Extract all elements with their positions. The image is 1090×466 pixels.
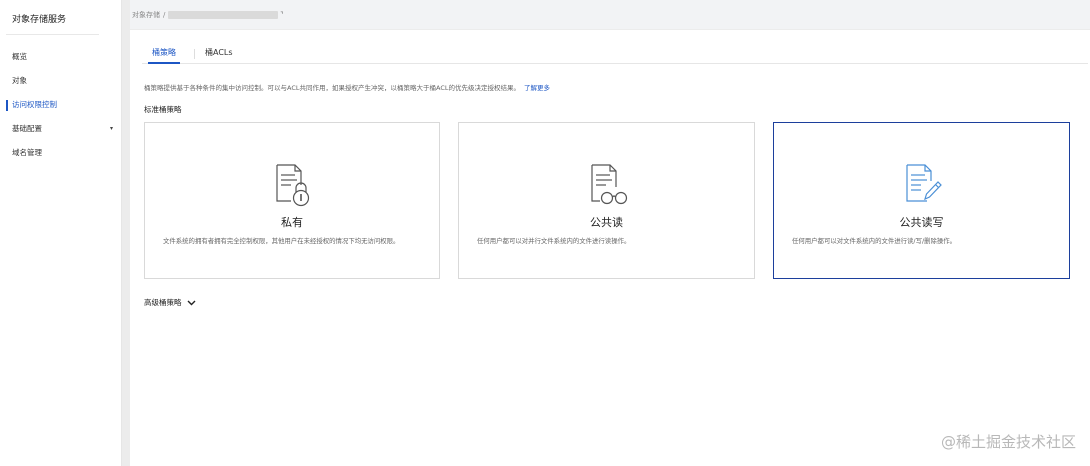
description-text: 桶策略提供基于各种条件的集中访问控制。可以与ACL共同作用，如果授权产生冲突，以… [144, 84, 520, 92]
policy-card-public-read-write[interactable]: 公共读写 任何用户都可以对文件系统内的文件进行读/写/删除操作。 [773, 122, 1070, 279]
tab-label: 桶策略 [152, 48, 176, 57]
sidebar: 对象存储服务 概览 对象 访问权限控制 基础配置 ▾ 域名管理 [0, 0, 122, 466]
advanced-policy-label: 高级桶策略 [144, 298, 182, 307]
service-title: 对象存储服务 [12, 15, 67, 25]
learn-more-link[interactable]: 了解更多 [524, 84, 550, 92]
card-title: 私有 [281, 216, 303, 229]
policy-card-public-read[interactable]: 公共读 任何用户都可以对并行文件系统内的文件进行读操作。 [458, 122, 755, 279]
sidebar-item-label: 基础配置 [12, 124, 42, 133]
sidebar-item-basic-config[interactable]: 基础配置 ▾ [0, 117, 121, 141]
card-title: 公共读写 [899, 216, 944, 229]
card-description: 任何用户都可以对文件系统内的文件进行读/写/删除操作。 [792, 237, 957, 245]
policy-tabs: 桶策略 桶ACLs [142, 44, 1088, 64]
document-glasses-icon [590, 164, 627, 205]
tab-divider [194, 49, 195, 59]
watermark: @稀土掘金技术社区 [940, 433, 1076, 451]
sidebar-item-label: 访问权限控制 [12, 100, 57, 109]
breadcrumb-separator: / [163, 11, 166, 19]
card-title: 公共读 [590, 216, 623, 229]
tab-bucket-acls[interactable]: 桶ACLs [205, 44, 233, 64]
redacted-bucket-name [168, 11, 279, 19]
sidebar-item-access-control[interactable]: 访问权限控制 [0, 93, 121, 117]
sidebar-item-label: 对象 [12, 76, 27, 85]
document-lock-icon [276, 164, 310, 207]
policy-card-private[interactable]: 私有 文件系统的拥有者拥有完全控制权限，其他用户在未经授权的情况下均无访问权限。 [144, 122, 440, 279]
sidebar-item-domain[interactable]: 域名管理 [0, 141, 121, 165]
card-description: 文件系统的拥有者拥有完全控制权限，其他用户在未经授权的情况下均无访问权限。 [163, 237, 400, 245]
sidebar-item-objects[interactable]: 对象 [0, 69, 121, 93]
standard-policy-heading: 标准桶策略 [144, 105, 182, 114]
tab-label: 桶ACLs [205, 48, 233, 57]
chevron-down-icon[interactable]: ▾ [110, 117, 113, 141]
sidebar-item-label: 概览 [12, 52, 27, 61]
sidebar-divider [6, 34, 99, 35]
chevron-down-icon [187, 300, 196, 306]
sidebar-gutter [122, 0, 130, 466]
breadcrumb-root[interactable]: 对象存储 [132, 11, 160, 19]
sidebar-item-label: 域名管理 [12, 148, 42, 157]
document-pencil-icon [905, 164, 942, 202]
main-content: 对象存储 / ⌝ 桶策略 桶ACLs 桶策略提供基于各种条件的集中访问控制。可以与A… [130, 0, 1090, 466]
external-link-icon[interactable]: ⌝ [280, 11, 283, 19]
breadcrumb: 对象存储 / ⌝ [130, 0, 1090, 30]
sidebar-item-overview[interactable]: 概览 [0, 45, 121, 69]
advanced-policy-toggle[interactable]: 高级桶策略 [144, 297, 196, 308]
policy-description: 桶策略提供基于各种条件的集中访问控制。可以与ACL共同作用，如果授权产生冲突，以… [144, 82, 550, 92]
tab-bucket-policy[interactable]: 桶策略 [148, 44, 180, 64]
sidebar-menu: 概览 对象 访问权限控制 基础配置 ▾ 域名管理 [0, 45, 121, 165]
card-description: 任何用户都可以对并行文件系统内的文件进行读操作。 [477, 237, 631, 245]
